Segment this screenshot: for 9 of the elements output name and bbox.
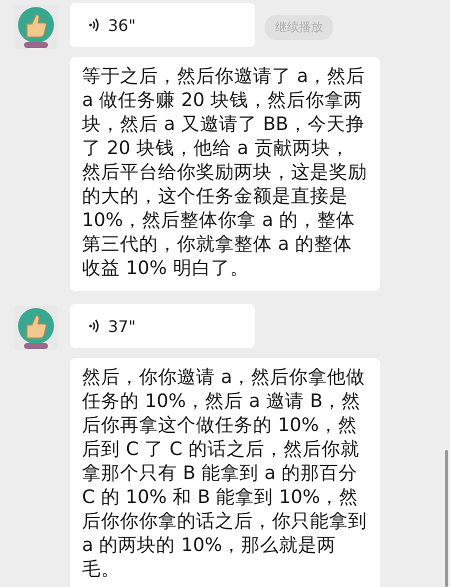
message-text: 等于之后，然后你邀请了 a，然后 a 做任务赚 20 块钱，然后你拿两块，然后 a 又邀请了 BB，今天挣了 20 块钱，他给 a 贡献两块，然后平台给你奖励两块，这是奖励的大的，这个任务金额是直接是 10%，然后整体你拿 a 的，整体第三代的，你就拿整体 a 的整体收益 10% 明白了。: [70, 57, 380, 291]
voice-icon: [88, 318, 100, 334]
voice-message[interactable]: 37": [70, 304, 255, 348]
voice-duration: 36": [108, 16, 136, 34]
voice-message[interactable]: 36": [70, 3, 255, 47]
voice-duration: 37": [108, 316, 136, 336]
message-text: 然后，你你邀请 a，然后你拿他做任务的 10%，然后 a 邀请 B，然后你再拿这个做任务的 10%，然后到 C 了 C 的话之后，然后你就拿那个只有 B 能拿到 a 的那百分 C 的 10% 和 B 能拿到 10%，然后你你你拿的话之后，你只能拿到 a 的两块的 10%，那么就是两毛。: [70, 358, 380, 587]
voice-icon: [88, 17, 100, 33]
scrollbar[interactable]: [445, 450, 448, 587]
